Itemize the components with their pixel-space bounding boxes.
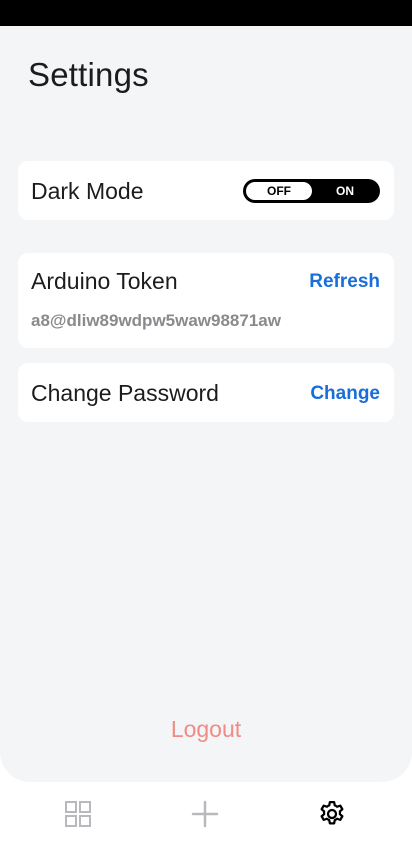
tab-add[interactable] (190, 799, 220, 829)
change-password-label: Change Password (31, 380, 219, 406)
refresh-token-button[interactable]: Refresh (309, 271, 380, 293)
arduino-token-card: Arduino Token Refresh a8@dliw89wdpw5waw9… (18, 253, 394, 348)
change-password-button[interactable]: Change (310, 383, 380, 405)
change-password-card: Change Password Change (18, 363, 394, 422)
plus-icon (191, 800, 219, 828)
logout-button[interactable]: Logout (0, 716, 412, 743)
toggle-on-label: ON (336, 184, 354, 198)
tab-settings[interactable] (317, 799, 347, 829)
tab-dashboard[interactable] (63, 799, 93, 829)
page-title: Settings (28, 56, 149, 93)
status-bar (0, 0, 412, 26)
dark-mode-toggle[interactable]: OFF ON (243, 179, 380, 203)
bottom-tab-bar (0, 782, 412, 847)
arduino-token-value: a8@dliw89wdpw5waw98871aw (31, 311, 281, 330)
grid-icon (65, 801, 91, 827)
toggle-off-label: OFF (267, 184, 291, 198)
dark-mode-label: Dark Mode (31, 178, 144, 204)
settings-screen: Settings Dark Mode OFF ON Arduino Token … (0, 26, 412, 782)
dark-mode-card: Dark Mode OFF ON (18, 161, 394, 220)
arduino-token-label: Arduino Token (31, 268, 178, 294)
gear-icon (320, 801, 344, 825)
